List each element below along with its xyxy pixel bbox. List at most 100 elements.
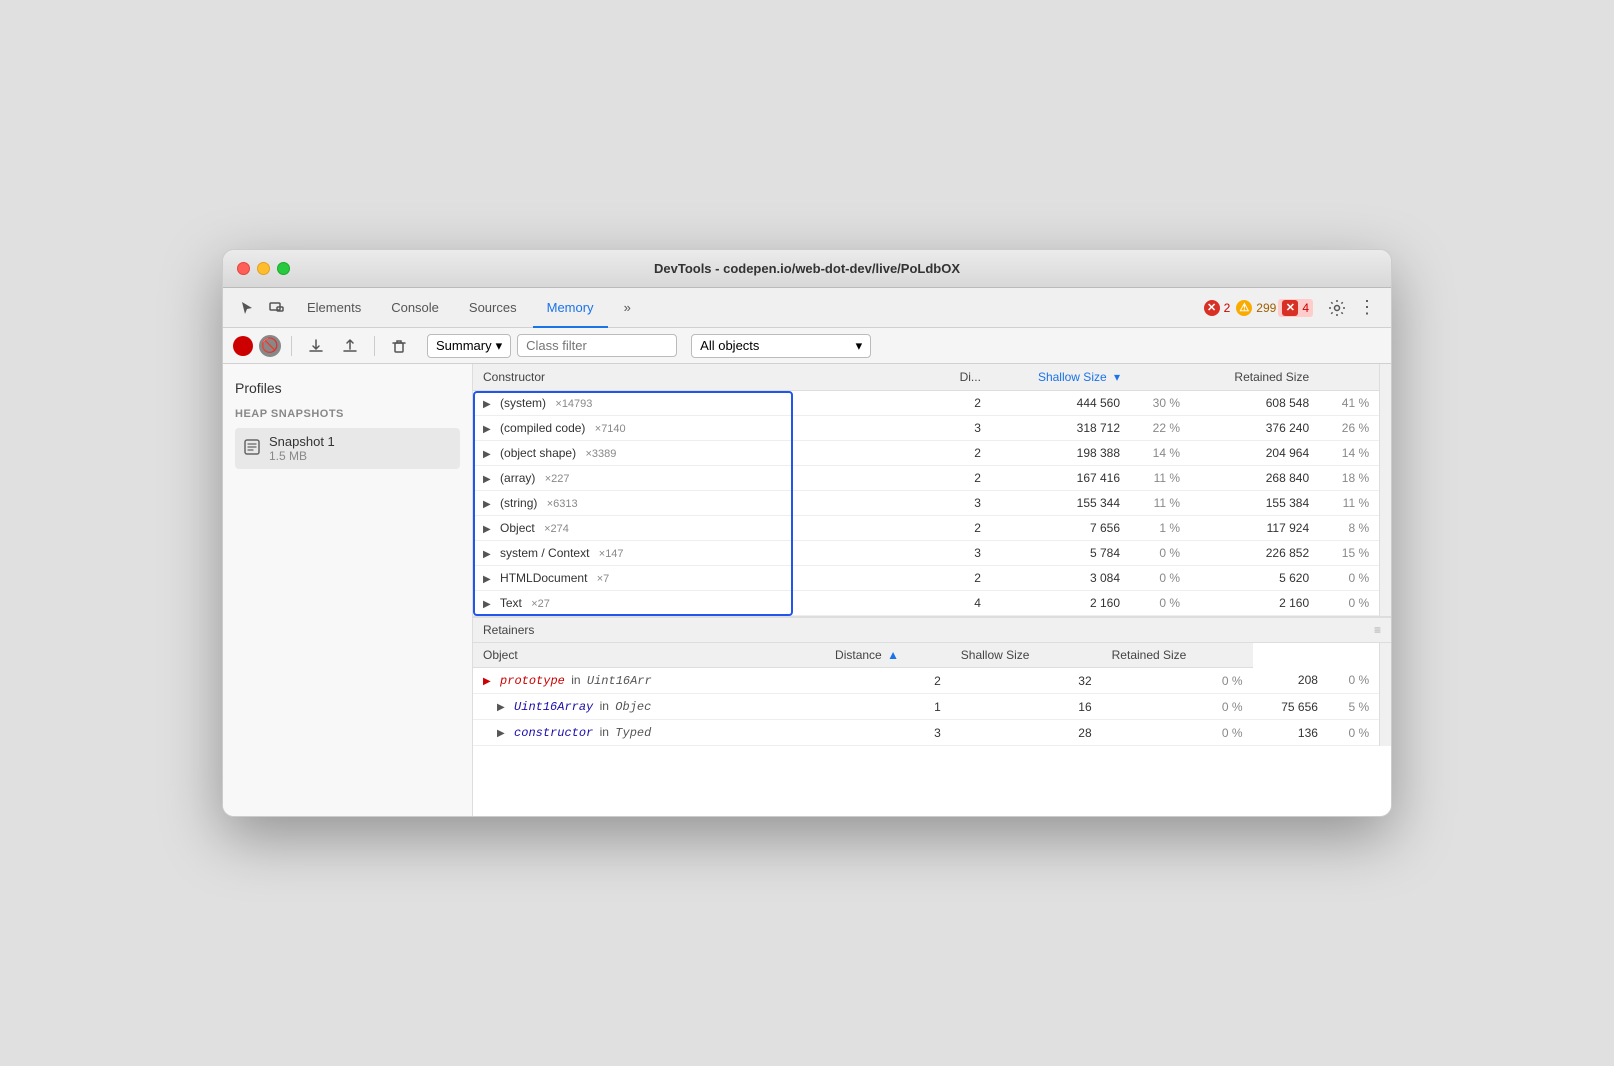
snapshot-item[interactable]: Snapshot 1 1.5 MB — [235, 428, 460, 469]
ret-shallow-cell: 28 — [951, 720, 1102, 746]
constructor-count: ×7140 — [595, 423, 626, 435]
warn-count: 299 — [1256, 301, 1276, 315]
class-filter-input[interactable] — [517, 334, 677, 357]
expand-arrow-icon[interactable]: ▶ — [483, 599, 491, 610]
table-row[interactable]: ▶ (array) ×227 2 167 416 11 % 268 840 18… — [473, 466, 1379, 491]
constructor-name: Object — [500, 521, 535, 535]
table-row[interactable]: ▶ (system) ×14793 2 444 560 30 % 608 548… — [473, 391, 1379, 416]
ret-name[interactable]: Uint16Array — [514, 700, 593, 714]
constructor-count: ×6313 — [547, 498, 578, 510]
expand-arrow-icon[interactable]: ▶ — [483, 549, 491, 560]
more-icon[interactable]: ⋮ — [1353, 294, 1381, 322]
devtools-window: DevTools - codepen.io/web-dot-dev/live/P… — [222, 249, 1392, 817]
tab-elements[interactable]: Elements — [293, 288, 375, 328]
responsive-icon[interactable] — [263, 294, 291, 322]
ret-shallow-pct-cell: 0 % — [1102, 694, 1253, 720]
expand-arrow-icon[interactable]: ▶ — [483, 449, 491, 460]
clear-recording-button[interactable]: 🚫 — [259, 335, 281, 357]
toolbar-separator-1 — [291, 336, 292, 356]
table-area: Constructor Di... Shallow Size ▾ — [473, 364, 1391, 816]
expand-arrow-icon[interactable]: ▶ — [483, 676, 491, 687]
heap-table: Constructor Di... Shallow Size ▾ — [473, 364, 1379, 616]
constructor-cell: ▶ (compiled code) ×7140 — [473, 416, 909, 441]
ret-name[interactable]: constructor — [514, 726, 593, 740]
info-badge[interactable]: ✕ 4 — [1278, 299, 1313, 317]
ret-col-object[interactable]: Object — [473, 643, 825, 668]
ret-col-shallow[interactable]: Shallow Size — [951, 643, 1102, 668]
constructor-name: (system) — [500, 396, 546, 410]
table-row[interactable]: ▶ Text ×27 4 2 160 0 % 2 160 0 % — [473, 591, 1379, 616]
constructor-cell: ▶ (system) ×14793 — [473, 391, 909, 416]
retained-cell: 226 852 — [1190, 541, 1319, 566]
ret-col-distance[interactable]: Distance ▲ — [825, 643, 951, 668]
table-row[interactable]: ▶ system / Context ×147 3 5 784 0 % 226 … — [473, 541, 1379, 566]
table-row[interactable]: ▶ (string) ×6313 3 155 344 11 % 155 384 … — [473, 491, 1379, 516]
constructor-count: ×14793 — [555, 398, 592, 410]
distance-cell: 2 — [909, 566, 991, 591]
table-row[interactable]: ▶ prototype in Uint16Arr 2 32 0 % 208 — [473, 668, 1379, 694]
expand-arrow-icon[interactable]: ▶ — [483, 474, 491, 485]
tab-more[interactable]: » — [610, 288, 645, 328]
retained-pct-cell: 26 % — [1319, 416, 1379, 441]
retainers-scrollbar[interactable] — [1379, 643, 1391, 746]
retained-pct-cell: 41 % — [1319, 391, 1379, 416]
constructor-count: ×3389 — [585, 448, 616, 460]
retainers-title: Retainers — [483, 623, 534, 637]
expand-arrow-icon[interactable]: ▶ — [497, 728, 505, 739]
table-row[interactable]: ▶ HTMLDocument ×7 2 3 084 0 % 5 620 0 % — [473, 566, 1379, 591]
export-button[interactable] — [302, 332, 330, 360]
tab-console[interactable]: Console — [377, 288, 453, 328]
shallow-pct-cell: 22 % — [1130, 416, 1190, 441]
collect-garbage-button[interactable] — [385, 332, 413, 360]
constructor-cell: ▶ Text ×27 — [473, 591, 909, 616]
warn-icon: ⚠ — [1236, 300, 1252, 316]
table-row[interactable]: ▶ Object ×274 2 7 656 1 % 117 924 8 % — [473, 516, 1379, 541]
cursor-icon[interactable] — [233, 294, 261, 322]
upper-table-wrapper: Constructor Di... Shallow Size ▾ — [473, 364, 1391, 616]
maximize-button[interactable] — [277, 262, 290, 275]
traffic-lights — [237, 262, 290, 275]
col-retained-size[interactable]: Retained Size — [1190, 364, 1319, 391]
error-badge[interactable]: ✕ 2 — [1204, 300, 1231, 316]
constructor-name: system / Context — [500, 546, 589, 560]
col-constructor[interactable]: Constructor — [473, 364, 909, 391]
expand-arrow-icon[interactable]: ▶ — [483, 499, 491, 510]
sidebar: Profiles HEAP SNAPSHOTS Snapshot 1 1.5 M… — [223, 364, 473, 816]
retained-cell: 204 964 — [1190, 441, 1319, 466]
shallow-pct-cell: 0 % — [1130, 566, 1190, 591]
close-button[interactable] — [237, 262, 250, 275]
col-shallow-size[interactable]: Shallow Size ▾ — [991, 364, 1130, 391]
record-button[interactable] — [233, 336, 253, 356]
tab-memory[interactable]: Memory — [533, 288, 608, 328]
settings-icon[interactable] — [1323, 294, 1351, 322]
table-row[interactable]: ▶ (compiled code) ×7140 3 318 712 22 % 3… — [473, 416, 1379, 441]
retained-cell: 2 160 — [1190, 591, 1319, 616]
shallow-cell: 167 416 — [991, 466, 1130, 491]
all-objects-arrow-icon: ▾ — [856, 338, 863, 354]
heap-table-body: ▶ (system) ×14793 2 444 560 30 % 608 548… — [473, 391, 1379, 616]
table-row[interactable]: ▶ (object shape) ×3389 2 198 388 14 % 20… — [473, 441, 1379, 466]
all-objects-label: All objects — [700, 338, 759, 353]
expand-arrow-icon[interactable]: ▶ — [497, 702, 505, 713]
warn-badge[interactable]: ⚠ 299 — [1236, 300, 1276, 316]
summary-dropdown[interactable]: Summary ▾ — [427, 334, 511, 358]
ret-shallow-pct-cell: 0 % — [1102, 720, 1253, 746]
table-row[interactable]: ▶ constructor in Typed 3 28 0 % 136 — [473, 720, 1379, 746]
import-button[interactable] — [336, 332, 364, 360]
expand-arrow-icon[interactable]: ▶ — [483, 399, 491, 410]
all-objects-dropdown[interactable]: All objects ▾ — [691, 334, 871, 358]
table-row[interactable]: ▶ Uint16Array in Objec 1 16 0 % 75 656 — [473, 694, 1379, 720]
expand-arrow-icon[interactable]: ▶ — [483, 424, 491, 435]
ret-name[interactable]: prototype — [500, 674, 565, 688]
tab-sources[interactable]: Sources — [455, 288, 531, 328]
retained-pct-cell: 8 % — [1319, 516, 1379, 541]
constructor-name: (compiled code) — [500, 421, 585, 435]
minimize-button[interactable] — [257, 262, 270, 275]
ret-col-retained[interactable]: Retained Size — [1102, 643, 1253, 668]
ret-shallow-cell: 32 — [951, 668, 1102, 694]
upper-scrollbar[interactable] — [1379, 364, 1391, 616]
col-distance[interactable]: Di... — [909, 364, 991, 391]
expand-arrow-icon[interactable]: ▶ — [483, 524, 491, 535]
heap-snapshots-title: HEAP SNAPSHOTS — [235, 408, 460, 420]
expand-arrow-icon[interactable]: ▶ — [483, 574, 491, 585]
